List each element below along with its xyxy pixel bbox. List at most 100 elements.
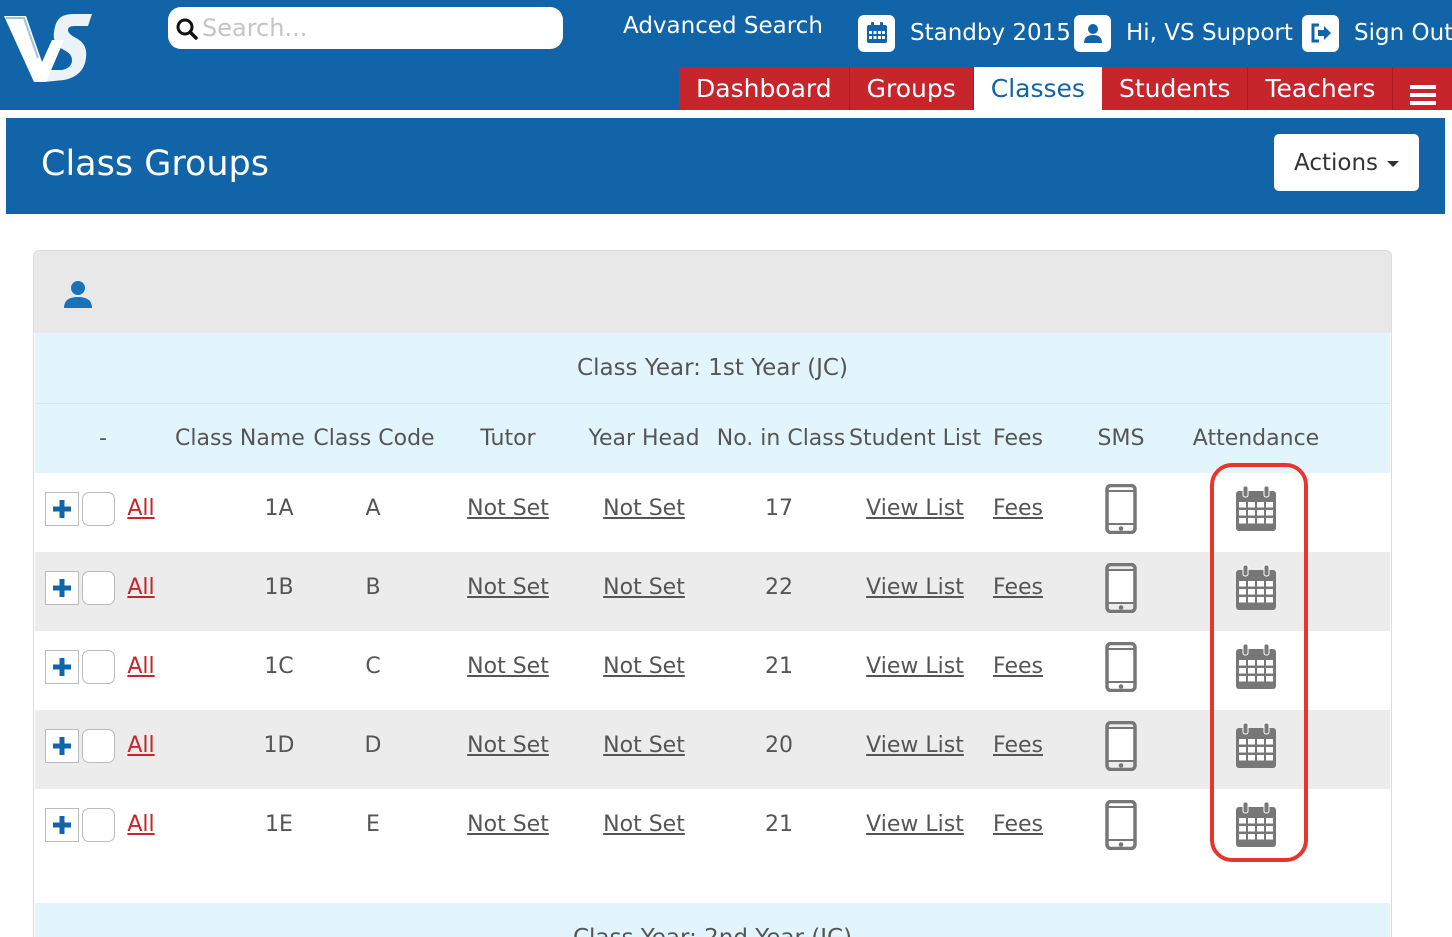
row-checkbox[interactable] bbox=[82, 808, 115, 842]
menu-toggle-button[interactable] bbox=[1393, 67, 1452, 110]
class-groups-panel: Class Year: 1st Year (JC) - Class Name C… bbox=[33, 250, 1392, 937]
col-select: - bbox=[99, 426, 107, 451]
attendance-calendar-icon[interactable] bbox=[1234, 722, 1278, 770]
year-head-link[interactable]: Not Set bbox=[603, 575, 685, 600]
attendance-calendar-icon[interactable] bbox=[1234, 564, 1278, 612]
class-code-cell: B bbox=[365, 575, 381, 600]
top-navbar: Advanced Search Standby 2015 Hi, VS Supp… bbox=[0, 0, 1452, 110]
class-name-cell: 1D bbox=[263, 733, 295, 758]
row-checkbox[interactable] bbox=[82, 571, 115, 605]
attendance-calendar-icon[interactable] bbox=[1234, 485, 1278, 533]
mobile-phone-icon[interactable] bbox=[1105, 484, 1137, 534]
actions-label: Actions bbox=[1293, 149, 1378, 176]
tutor-link[interactable]: Not Set bbox=[467, 733, 549, 758]
col-tutor: Tutor bbox=[480, 426, 536, 451]
advanced-search-link[interactable]: Advanced Search bbox=[623, 13, 823, 39]
mobile-phone-icon[interactable] bbox=[1105, 642, 1137, 692]
col-student-list: Student List bbox=[849, 426, 982, 451]
view-list-link[interactable]: View List bbox=[866, 496, 964, 521]
user-profile-link[interactable]: Hi, VS Support bbox=[1074, 14, 1293, 52]
select-all-link[interactable]: All bbox=[127, 654, 154, 679]
table-row: All 1D D Not Set Not Set 20 View List Fe… bbox=[35, 710, 1390, 789]
year-head-link[interactable]: Not Set bbox=[603, 654, 685, 679]
standby-year-link[interactable]: Standby 2015 bbox=[858, 14, 1071, 52]
expand-plus-button[interactable] bbox=[45, 492, 79, 526]
class-name-cell: 1C bbox=[264, 654, 294, 679]
class-count-cell: 20 bbox=[765, 733, 793, 758]
plus-icon bbox=[53, 737, 71, 755]
class-count-cell: 17 bbox=[765, 496, 793, 521]
class-code-cell: D bbox=[364, 733, 382, 758]
actions-dropdown-button[interactable]: Actions bbox=[1274, 134, 1419, 191]
col-class-code: Class Code bbox=[313, 426, 435, 451]
view-list-link[interactable]: View List bbox=[866, 733, 964, 758]
row-checkbox[interactable] bbox=[82, 492, 115, 526]
fees-link[interactable]: Fees bbox=[993, 733, 1043, 758]
tab-teachers[interactable]: Teachers bbox=[1248, 67, 1394, 110]
attendance-calendar-icon[interactable] bbox=[1234, 801, 1278, 849]
class-year-heading: Class Year: 1st Year (JC) bbox=[35, 333, 1390, 403]
row-checkbox[interactable] bbox=[82, 650, 115, 684]
table-row: All 1E E Not Set Not Set 21 View List Fe… bbox=[35, 789, 1390, 868]
class-code-cell: E bbox=[366, 812, 380, 837]
select-all-link[interactable]: All bbox=[127, 812, 154, 837]
page-header: Class Groups Actions bbox=[6, 118, 1445, 214]
class-name-cell: 1A bbox=[264, 496, 294, 521]
view-list-link[interactable]: View List bbox=[866, 654, 964, 679]
sign-out-icon bbox=[1302, 14, 1339, 52]
select-all-link[interactable]: All bbox=[127, 733, 154, 758]
tutor-link[interactable]: Not Set bbox=[467, 575, 549, 600]
search-box[interactable] bbox=[168, 7, 563, 49]
view-list-link[interactable]: View List bbox=[866, 812, 964, 837]
class-name-cell: 1B bbox=[264, 575, 294, 600]
tab-dashboard[interactable]: Dashboard bbox=[679, 67, 850, 110]
class-count-cell: 21 bbox=[765, 654, 793, 679]
mobile-phone-icon[interactable] bbox=[1105, 563, 1137, 613]
expand-plus-button[interactable] bbox=[45, 729, 79, 763]
plus-icon bbox=[53, 816, 71, 834]
class-code-cell: A bbox=[365, 496, 381, 521]
col-class-name: Class Name bbox=[175, 426, 305, 451]
fees-link[interactable]: Fees bbox=[993, 496, 1043, 521]
tab-students[interactable]: Students bbox=[1101, 67, 1249, 110]
select-all-link[interactable]: All bbox=[127, 575, 154, 600]
plus-icon bbox=[53, 500, 71, 518]
panel-header bbox=[34, 251, 1391, 333]
table-row: All 1C C Not Set Not Set 21 View List Fe… bbox=[35, 631, 1390, 710]
fees-link[interactable]: Fees bbox=[993, 654, 1043, 679]
plus-icon bbox=[53, 579, 71, 597]
standby-label: Standby 2015 bbox=[910, 20, 1071, 46]
fees-link[interactable]: Fees bbox=[993, 812, 1043, 837]
attendance-calendar-icon[interactable] bbox=[1234, 643, 1278, 691]
person-icon[interactable] bbox=[62, 278, 94, 310]
tutor-link[interactable]: Not Set bbox=[467, 812, 549, 837]
col-sms: SMS bbox=[1097, 426, 1145, 451]
sign-out-label: Sign Out bbox=[1354, 20, 1452, 46]
view-list-link[interactable]: View List bbox=[866, 575, 964, 600]
expand-plus-button[interactable] bbox=[45, 808, 79, 842]
table-row: All 1B B Not Set Not Set 22 View List Fe… bbox=[35, 552, 1390, 631]
vs-logo[interactable] bbox=[2, 10, 94, 86]
mobile-phone-icon[interactable] bbox=[1105, 800, 1137, 850]
tutor-link[interactable]: Not Set bbox=[467, 654, 549, 679]
expand-plus-button[interactable] bbox=[45, 571, 79, 605]
search-input[interactable] bbox=[202, 7, 552, 49]
table-header: - Class Name Class Code Tutor Year Head … bbox=[35, 403, 1390, 473]
row-checkbox[interactable] bbox=[82, 729, 115, 763]
main-nav-tabs: Dashboard Groups Classes Students Teache… bbox=[679, 67, 1452, 110]
mobile-phone-icon[interactable] bbox=[1105, 721, 1137, 771]
tutor-link[interactable]: Not Set bbox=[467, 496, 549, 521]
col-no-in-class: No. in Class bbox=[716, 426, 846, 451]
select-all-link[interactable]: All bbox=[127, 496, 154, 521]
expand-plus-button[interactable] bbox=[45, 650, 79, 684]
fees-link[interactable]: Fees bbox=[993, 575, 1043, 600]
year-head-link[interactable]: Not Set bbox=[603, 733, 685, 758]
year-head-link[interactable]: Not Set bbox=[603, 812, 685, 837]
class-count-cell: 21 bbox=[765, 812, 793, 837]
caret-down-icon bbox=[1387, 160, 1399, 167]
sign-out-link[interactable]: Sign Out bbox=[1302, 14, 1452, 52]
col-year-head: Year Head bbox=[588, 426, 700, 451]
year-head-link[interactable]: Not Set bbox=[603, 496, 685, 521]
tab-groups[interactable]: Groups bbox=[849, 67, 974, 110]
tab-classes[interactable]: Classes bbox=[973, 67, 1102, 110]
